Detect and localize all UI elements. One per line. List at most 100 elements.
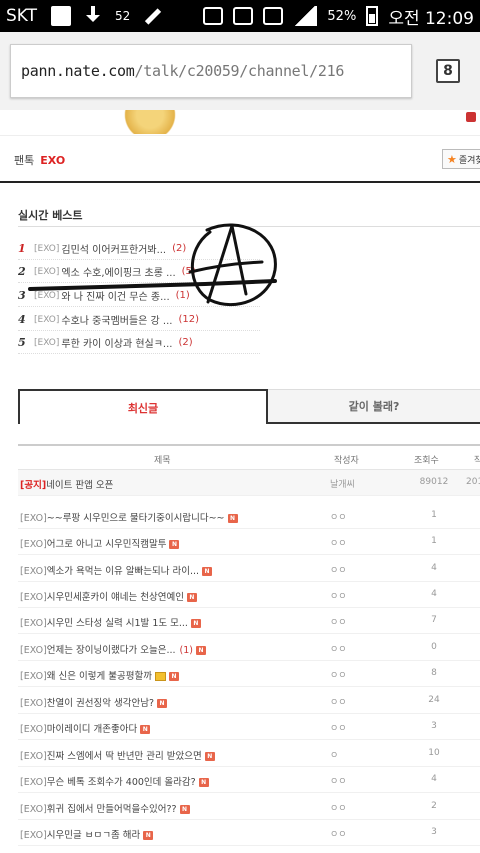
table-row[interactable]: [EXO]언제는 장이닝이랬다가 오늘은... (1) N ㅇㅇ 0 [18, 635, 480, 661]
row-author: ㅇ [330, 751, 339, 761]
table-row[interactable]: [EXO]휘귀 집에서 만들어먹을수있어?? N ㅇㅇ 2 [18, 794, 480, 820]
best-section-title: 실시간 베스트 [18, 209, 83, 222]
row-date: 201 [466, 477, 480, 487]
row-text: 시우민세훈카이 얘네는 천상연예인 [46, 592, 184, 603]
row-tag: [EXO] [20, 830, 47, 841]
status-bar: SKT 52 52% 오전 12:09 [0, 0, 480, 32]
alarm-icon [233, 7, 254, 25]
table-row[interactable]: [EXO]시우민 스타성 실력 시1발 1도 모... N ㅇㅇ 7 [18, 608, 480, 634]
column-title: 제목 [154, 456, 171, 466]
battery-percent: 52% [327, 8, 357, 24]
tab-switcher-button[interactable]: 8 [436, 59, 460, 83]
row-text: 어그로 아니고 시우민직캠말투 [46, 539, 167, 550]
best-comment-count: (2) [172, 243, 187, 254]
best-item[interactable]: 5 [EXO] 루한 카이 이상과 현실ㅋ... (2) [18, 332, 260, 354]
row-views: 10 [428, 748, 440, 758]
row-title: [EXO]시우민 스타성 실력 시1발 1도 모... N [20, 615, 320, 629]
table-row[interactable]: [EXO]시우민세훈카이 얘네는 천상연예인 N ㅇㅇ 4 [18, 582, 480, 608]
url-domain: pann.nate.com [21, 62, 135, 80]
table-row[interactable]: [EXO]~~루팡 시우민으로 물타기중이시랍니다~~ N ㅇㅇ 1 [18, 503, 480, 529]
row-tag: [EXO] [20, 618, 47, 629]
table-row[interactable]: [EXO]진짜 스엠에서 딱 반년만 관리 받았으면 N ㅇ 10 [18, 741, 480, 767]
table-row[interactable]: [EXO]마이레이디 개존좋아다 N ㅇㅇ 3 [18, 714, 480, 740]
best-tag: [EXO] [34, 266, 60, 277]
column-author: 작성자 [334, 456, 359, 466]
row-comment-count: (1) [179, 645, 193, 656]
tab-latest[interactable]: 최신글 [18, 389, 268, 424]
row-title: [EXO]마이레이디 개존좋아다 N [20, 721, 320, 735]
best-rank: 2 [18, 265, 26, 278]
breadcrumb-section[interactable]: 팬톡 [14, 154, 34, 167]
best-item[interactable]: 4 [EXO] 수호나 중국멤버들은 강 ... (12) [18, 309, 260, 331]
image-attachment-icon [155, 672, 166, 681]
row-title: [EXO]언제는 장이닝이랬다가 오늘은... (1) N [20, 642, 320, 656]
wifi-icon [263, 7, 284, 25]
row-tag: [EXO] [20, 751, 47, 762]
row-author: ㅇㅇ [330, 539, 347, 549]
row-author: ㅇㅇ [330, 566, 347, 576]
best-title: 김민석 이어커프한거봐... [61, 245, 167, 256]
row-title: [EXO]찬열이 권선징악 생각안남? N [20, 695, 320, 709]
best-item[interactable]: 1 [EXO] 김민석 이어커프한거봐... (2) [18, 238, 260, 260]
best-comment-count: (2) [178, 337, 193, 348]
row-views: 24 [428, 695, 440, 705]
list-tabs: 최신글 같이 볼래? [18, 389, 480, 424]
banner-character-image [110, 110, 190, 134]
best-tag: [EXO] [34, 243, 60, 254]
row-text: 엑소가 욕먹는 이유 알빠는되나 라이... [46, 566, 200, 577]
row-title: [EXO]휘귀 집에서 만들어먹을수있어?? N [20, 801, 320, 815]
row-tag: [EXO] [20, 513, 47, 524]
carrier-label: SKT [6, 6, 38, 26]
row-author: ㅇㅇ [330, 592, 347, 602]
favorite-button[interactable]: ★ 즐겨찾 [442, 149, 480, 169]
divider [18, 226, 480, 227]
row-views: 0 [431, 642, 437, 652]
star-icon: ★ [447, 152, 457, 166]
table-header: 제목 작성자 조회수 작 [18, 444, 480, 470]
top-banner[interactable] [0, 110, 480, 136]
best-rank: 5 [18, 336, 26, 349]
table-row[interactable]: [EXO]어그로 아니고 시우민직캠말투 N ㅇㅇ 1 [18, 529, 480, 555]
row-title: [EXO]진짜 스엠에서 딱 반년만 관리 받았으면 N [20, 748, 320, 762]
new-badge: N [202, 567, 213, 576]
table-row[interactable]: [EXO]무슨 베톡 조회수가 400인데 올라감? N ㅇㅇ 4 [18, 767, 480, 793]
row-text: 언제는 장이닝이랬다가 오늘은... [46, 645, 176, 656]
best-comment-count: (12) [178, 314, 199, 325]
row-title: [EXO]~~루팡 시우민으로 물타기중이시랍니다~~ N [20, 510, 320, 524]
row-views: 4 [431, 589, 437, 599]
row-text: 왜 신은 이렇게 불공평할까 [46, 671, 152, 682]
mute-icon [203, 7, 224, 25]
row-tag: [EXO] [20, 698, 47, 709]
battery-icon [366, 6, 379, 26]
new-badge: N [186, 593, 197, 602]
banner-red-icon [466, 112, 476, 122]
best-item[interactable]: 3 [EXO] 와 나 진짜 이건 무슨 종... (1) [18, 285, 260, 307]
new-badge: N [227, 514, 238, 523]
breadcrumb-channel[interactable]: EXO [40, 154, 65, 167]
notice-row[interactable]: [공지]네이트 판앱 오픈 날개씨 89012 201 [18, 470, 480, 496]
notice-tag: [공지] [20, 480, 47, 491]
address-bar[interactable]: pann.nate.com/talk/c20059/channel/216 [10, 44, 412, 98]
tab-together[interactable]: 같이 볼래? [268, 389, 480, 424]
table-row[interactable]: [EXO]시우민글 ㅂㅁㄱ좀 해라 N ㅇㅇ 3 [18, 820, 480, 846]
row-author: ㅇㅇ [330, 618, 347, 628]
best-item[interactable]: 2 [EXO] 엑소 수호,에이핑크 초롱 ... (5) [18, 261, 260, 283]
best-tag: [EXO] [34, 314, 60, 325]
row-views: 89012 [419, 477, 449, 487]
row-tag: [EXO] [20, 777, 47, 788]
row-author: ㅇㅇ [330, 698, 347, 708]
row-author: ㅇㅇ [330, 645, 347, 655]
row-views: 1 [431, 510, 437, 520]
best-comment-count: (1) [175, 290, 190, 301]
row-author: ㅇㅇ [330, 513, 347, 523]
table-row[interactable]: [EXO]엑소가 욕먹는 이유 알빠는되나 라이... N ㅇㅇ 4 [18, 556, 480, 582]
url-path: /talk/c20059/channel/216 [134, 62, 345, 80]
row-tag: [EXO] [20, 645, 47, 656]
table-row[interactable]: [EXO]찬열이 권선징악 생각안남? N ㅇㅇ 24 [18, 688, 480, 714]
new-badge: N [143, 831, 154, 840]
row-text: 찬열이 권선징악 생각안남? [46, 698, 155, 709]
best-title: 수호나 중국멤버들은 강 ... [61, 316, 173, 327]
row-author: ㅇㅇ [330, 804, 347, 814]
new-badge: N [157, 699, 168, 708]
table-row[interactable]: [EXO]왜 신은 이렇게 불공평할까 N ㅇㅇ 8 [18, 661, 480, 687]
